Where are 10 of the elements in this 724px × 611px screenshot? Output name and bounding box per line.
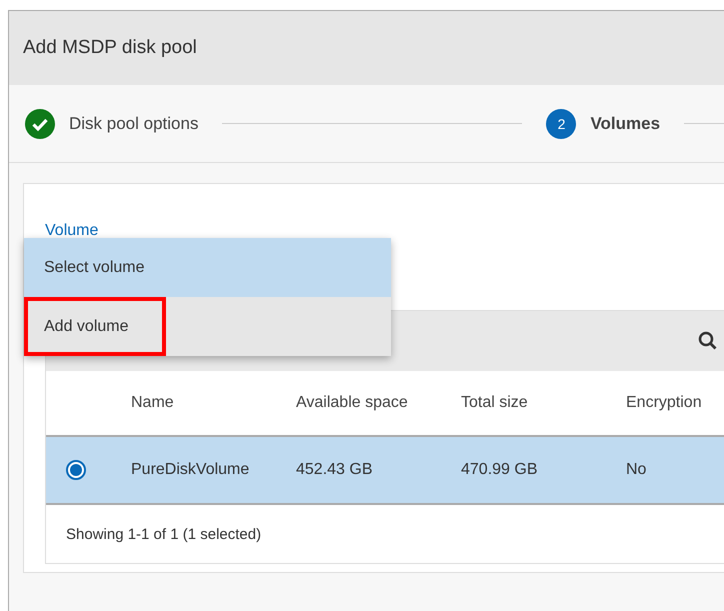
table-cell-text: 470.99 GB xyxy=(461,461,538,479)
table-cell-text: PureDiskVolume xyxy=(131,461,250,479)
dialog-title: Add MSDP disk pool xyxy=(9,11,724,85)
table-cell-text: 452.43 GB xyxy=(296,461,374,479)
step-number: 2 xyxy=(546,108,576,138)
table-cell-text: No xyxy=(626,461,648,479)
step-label: Disk pool options xyxy=(69,114,198,134)
row-count-text: Showing 1-1 of 1 (1 selected) xyxy=(66,526,262,542)
step-label: Volumes xyxy=(590,114,660,134)
field-label: Volume xyxy=(45,222,98,240)
